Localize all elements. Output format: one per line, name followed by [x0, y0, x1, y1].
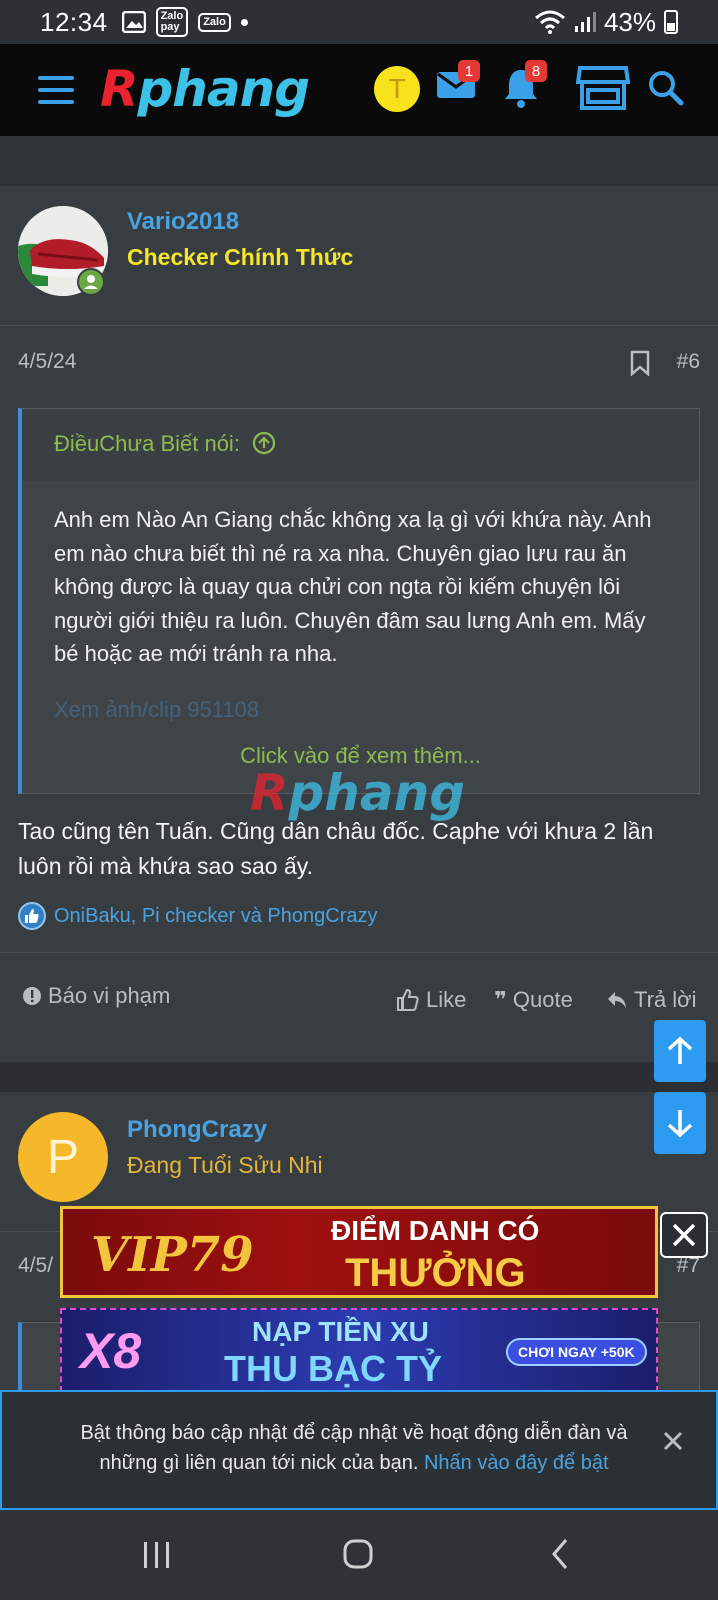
- battery-icon: [664, 10, 678, 34]
- arrow-up-icon: [667, 1036, 693, 1064]
- previous-post-edge: [0, 136, 718, 184]
- like-button[interactable]: Like: [396, 987, 466, 1013]
- quote-block: ĐiềuChưa Biết nói: Anh em Nào An Giang c…: [18, 408, 700, 794]
- quote-content: Anh em Nào An Giang chắc không xa lạ gì …: [22, 481, 699, 727]
- scroll-top-button[interactable]: [654, 1020, 706, 1082]
- like-reaction-icon: [18, 902, 46, 930]
- quote-icon: ❞: [494, 987, 507, 1012]
- back-icon[interactable]: [550, 1538, 570, 1570]
- post-date[interactable]: 4/5/24: [18, 350, 76, 373]
- ad-brand: VIP79: [91, 1227, 254, 1283]
- store-icon[interactable]: [575, 64, 631, 117]
- ad-headline: NẠP TIỀN XU: [252, 1316, 429, 1347]
- bookmark-icon[interactable]: [630, 350, 650, 376]
- online-status-icon: [77, 268, 105, 296]
- wifi-icon: [534, 10, 565, 34]
- post-separator: [0, 1062, 718, 1092]
- notification-dot: [240, 18, 248, 26]
- zalo-icon: Zalo: [198, 12, 231, 32]
- reply-button[interactable]: Trả lời: [606, 987, 697, 1013]
- post-username[interactable]: Vario2018: [127, 208, 239, 236]
- system-nav-bar: [0, 1510, 718, 1600]
- ad-brand: X8: [80, 1323, 142, 1379]
- report-button[interactable]: Báo vi phạm: [22, 983, 170, 1009]
- ad-cta: CHƠI NGAY +50K: [506, 1338, 647, 1366]
- quote-author[interactable]: ĐiềuChưa Biết nói:: [54, 431, 240, 456]
- post-author-header: Vario2018 Checker Chính Thức: [0, 186, 718, 326]
- thumbs-up-icon: [397, 988, 419, 1011]
- quote-text: Anh em Nào An Giang chắc không xa lạ gì …: [54, 507, 652, 667]
- user-title: Checker Chính Thức: [127, 244, 354, 270]
- close-icon: [672, 1223, 696, 1247]
- ad-banner-x8[interactable]: X8 NẠP TIỀN XU THU BẠC TỶ CHƠI NGAY +50K: [60, 1308, 658, 1392]
- messages-badge: 1: [458, 60, 480, 82]
- home-icon[interactable]: [342, 1538, 374, 1570]
- ad-headline: ĐIỂM DANH CÓ: [331, 1215, 540, 1246]
- ad-banner-vip79[interactable]: VIP79 ĐIỂM DANH CÓ THƯỞNG: [60, 1206, 658, 1298]
- notifications-icon[interactable]: 8: [503, 60, 547, 113]
- close-notice-icon[interactable]: [662, 1430, 684, 1452]
- app-header: Rphang T 1 8: [0, 44, 718, 136]
- ad-headline-2: THU BẠC TỶ: [224, 1348, 442, 1389]
- post-date[interactable]: 4/5/: [18, 1254, 53, 1277]
- avatar[interactable]: P: [18, 1112, 108, 1202]
- jump-to-quote-icon[interactable]: [252, 431, 276, 455]
- post-actions: Báo vi phạm Like ❞ Quote Trả lời: [0, 952, 718, 1032]
- site-logo[interactable]: Rphang: [100, 60, 310, 118]
- status-bar: 12:34 Zalo pay Zalo 43%: [0, 0, 718, 44]
- warning-icon: [23, 987, 41, 1005]
- arrow-down-icon: [667, 1110, 693, 1138]
- user-avatar-button[interactable]: T: [374, 66, 420, 112]
- signal-icon: [574, 12, 596, 32]
- reactions-bar[interactable]: OniBaku, Pi checker và PhongCrazy: [18, 902, 378, 930]
- close-ad-button[interactable]: [660, 1212, 708, 1258]
- enable-notifications-link[interactable]: Nhấn vào đây để bật: [424, 1452, 609, 1474]
- notifications-badge: 8: [525, 60, 547, 82]
- messages-icon[interactable]: 1: [436, 60, 480, 105]
- quote-button[interactable]: ❞ Quote: [494, 987, 573, 1013]
- gallery-icon: [121, 11, 146, 33]
- push-notification-prompt: Bật thông báo cập nhật để cập nhật về ho…: [0, 1390, 718, 1510]
- zalopay-icon: Zalo pay: [155, 7, 189, 37]
- recent-apps-icon[interactable]: [142, 1540, 172, 1570]
- search-icon[interactable]: [648, 70, 684, 111]
- post-meta: 4/5/24 #6: [18, 350, 700, 376]
- reactions-list[interactable]: OniBaku, Pi checker và PhongCrazy: [54, 905, 378, 928]
- status-time: 12:34: [40, 6, 108, 37]
- user-title: Đang Tuổi Sửu Nhi: [127, 1152, 323, 1178]
- quote-media-link[interactable]: Xem ảnh/clip 951108: [54, 693, 667, 727]
- ad-headline-2: THƯỞNG: [345, 1251, 526, 1295]
- scroll-bottom-button[interactable]: [654, 1092, 706, 1154]
- post-number[interactable]: #6: [677, 350, 700, 374]
- post-body: Tao cũng tên Tuấn. Cũng dân châu đốc. Ca…: [18, 818, 654, 879]
- reply-icon: [608, 992, 626, 1008]
- quote-header[interactable]: ĐiềuChưa Biết nói:: [22, 409, 699, 481]
- post-6: Vario2018 Checker Chính Thức 4/5/24 #6 Đ…: [0, 186, 718, 1062]
- battery-percent: 43%: [603, 6, 656, 37]
- post-username[interactable]: PhongCrazy: [127, 1116, 267, 1144]
- menu-icon[interactable]: [38, 76, 74, 104]
